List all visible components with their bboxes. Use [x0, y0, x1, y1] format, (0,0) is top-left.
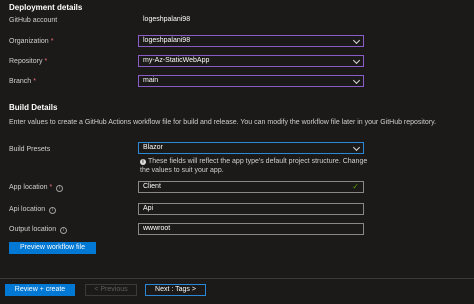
- output-location-input[interactable]: wwwroot: [138, 223, 364, 235]
- app-location-input[interactable]: Client ✓: [138, 181, 364, 193]
- organization-select[interactable]: logeshpalani98: [138, 35, 364, 47]
- info-icon[interactable]: i: [49, 207, 57, 214]
- api-location-input[interactable]: Api: [138, 203, 364, 215]
- build-presets-note: i These fields will reflect the app type'…: [140, 157, 372, 175]
- organization-label: Organization *: [9, 38, 54, 45]
- output-location-input-value: wwwroot: [143, 225, 171, 232]
- review-create-button[interactable]: Review + create: [5, 284, 75, 296]
- repository-select[interactable]: my-Az-StaticWebApp: [138, 55, 364, 67]
- api-location-label: Api location i: [9, 206, 57, 214]
- repository-label: Repository *: [9, 58, 48, 65]
- branch-select-value: main: [143, 77, 159, 84]
- organization-select-value: logeshpalani98: [143, 37, 191, 44]
- branch-label: Branch *: [9, 78, 36, 85]
- deployment-details-title: Deployment details: [9, 3, 83, 12]
- info-icon[interactable]: i: [56, 185, 64, 192]
- info-icon: i: [140, 159, 146, 165]
- build-presets-label: Build Presets: [9, 146, 51, 153]
- github-account-label: GitHub account: [9, 17, 58, 24]
- chevron-down-icon: [352, 143, 361, 152]
- previous-button[interactable]: < Previous: [85, 284, 137, 296]
- build-presets-select-value: Blazor: [143, 144, 163, 151]
- build-description: Enter values to create a GitHub Actions …: [9, 119, 437, 126]
- info-icon[interactable]: i: [60, 227, 68, 234]
- app-location-label: App location * i: [9, 184, 64, 192]
- checkmark-icon: ✓: [352, 182, 359, 191]
- github-account-value: logeshpalani98: [143, 16, 191, 23]
- chevron-down-icon: [352, 56, 361, 65]
- next-tags-button[interactable]: Next : Tags >: [145, 284, 206, 296]
- build-presets-select[interactable]: Blazor: [138, 142, 364, 154]
- api-location-input-value: Api: [143, 205, 154, 212]
- chevron-down-icon: [352, 36, 361, 45]
- build-presets-note-text: These fields will reflect the app type's…: [140, 158, 368, 174]
- output-location-label: Output location i: [9, 226, 68, 234]
- preview-workflow-button[interactable]: Preview workflow file: [9, 242, 96, 254]
- build-details-title: Build Details: [9, 103, 58, 112]
- chevron-down-icon: [352, 76, 361, 85]
- branch-select[interactable]: main: [138, 75, 364, 87]
- repository-select-value: my-Az-StaticWebApp: [143, 57, 210, 64]
- app-location-input-value: Client: [143, 183, 161, 190]
